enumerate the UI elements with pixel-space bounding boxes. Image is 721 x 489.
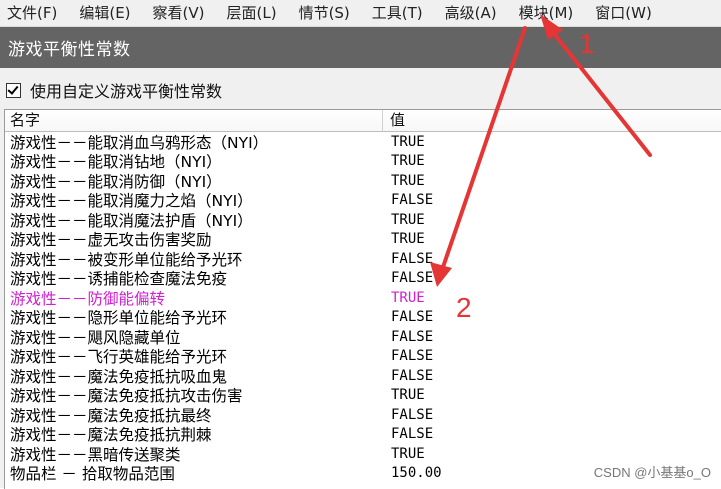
menu-module[interactable]: 模块(M) — [515, 1, 578, 25]
table-header: 名字 值 — [5, 110, 721, 132]
table-row[interactable]: 游戏性－－能取消血乌鸦形态（NYI） TRUE — [5, 132, 721, 152]
table-row[interactable]: 游戏性－－魔法免疫抵抗攻击伤害 TRUE — [5, 386, 721, 405]
column-header-value[interactable]: 值 — [383, 110, 721, 131]
menu-advanced[interactable]: 高级(A) — [441, 1, 501, 25]
table-row[interactable]: 游戏性－－能取消魔力之焰（NYI） FALSE — [5, 191, 721, 210]
row-value-cell: TRUE — [391, 231, 425, 248]
use-custom-constants-option[interactable]: 使用自定义游戏平衡性常数 — [6, 78, 222, 102]
table-row[interactable]: 游戏性－－飓风隐藏单位 FALSE — [5, 327, 721, 347]
use-custom-constants-label[interactable]: 使用自定义游戏平衡性常数 — [30, 78, 222, 102]
table-row[interactable]: 游戏性－－飞行英雄能给予光环 FALSE — [5, 347, 721, 366]
menu-file[interactable]: 文件(F) — [3, 1, 61, 25]
table-row[interactable]: 游戏性－－能取消防御（NYI） TRUE — [5, 171, 721, 191]
table-body: 游戏性－－能取消血乌鸦形态（NYI） TRUE 游戏性－－能取消钻地（NYI） TRU… — [5, 132, 721, 484]
table-row[interactable]: 游戏性－－隐形单位能给予光环 FALSE — [5, 308, 721, 327]
menu-tools[interactable]: 工具(T) — [368, 1, 427, 25]
table-row[interactable]: 游戏性－－防御能偏转 TRUE — [5, 288, 721, 308]
row-value-cell: FALSE — [391, 328, 434, 345]
table-row[interactable]: 游戏性－－魔法免疫抵抗最终 FALSE — [5, 405, 721, 425]
constants-table: 名字 值 游戏性－－能取消血乌鸦形态（NYI） TRUE 游戏性－－能取消钻地（NY… — [4, 109, 721, 489]
row-value-cell: FALSE — [391, 309, 434, 326]
watermark: CSDN @小基基o_O — [593, 465, 711, 480]
dialog-title: 游戏平衡性常数 — [8, 40, 131, 60]
row-value-cell: TRUE — [391, 153, 425, 170]
row-value-cell: FALSE — [391, 270, 434, 287]
row-name-cell: 物品栏 － 拾取物品范围 — [10, 465, 175, 484]
row-value-cell: FALSE — [391, 426, 434, 443]
row-value-cell: TRUE — [391, 445, 425, 462]
row-value-cell: FALSE — [391, 348, 434, 365]
table-row[interactable]: 游戏性－－能取消魔法护盾（NYI） TRUE — [5, 210, 721, 230]
row-value-cell: TRUE — [391, 172, 425, 189]
row-value-cell: FALSE — [391, 192, 434, 209]
table-row[interactable]: 游戏性－－被变形单位能给予光环 FALSE — [5, 249, 721, 269]
menu-view[interactable]: 察看(V) — [149, 1, 209, 25]
row-value-cell: 150.00 — [391, 465, 442, 482]
table-row[interactable]: 游戏性－－魔法免疫抵抗荆棘 FALSE — [5, 425, 721, 444]
row-value-cell: TRUE — [391, 387, 425, 404]
table-row[interactable]: 游戏性－－虚无攻击伤害奖励 TRUE — [5, 230, 721, 249]
dialog-body: 使用自定义游戏平衡性常数 名字 值 游戏性－－能取消血乌鸦形态（NYI） TRUE… — [0, 68, 721, 489]
table-row[interactable]: 游戏性－－能取消钻地（NYI） TRUE — [5, 152, 721, 171]
table-row[interactable]: 游戏性－－诱捕能检查魔法免疫 FALSE — [5, 269, 721, 288]
menu-window[interactable]: 窗口(W) — [591, 1, 656, 25]
row-value-cell: FALSE — [391, 367, 434, 384]
table-row[interactable]: 游戏性－－魔法免疫抵抗吸血鬼 FALSE — [5, 366, 721, 386]
menu-layer[interactable]: 层面(L) — [223, 1, 281, 25]
column-header-name[interactable]: 名字 — [5, 110, 383, 131]
table-row[interactable]: 游戏性－－黑暗传送聚类 TRUE — [5, 444, 721, 464]
row-value-cell: TRUE — [391, 289, 425, 306]
use-custom-constants-checkbox[interactable] — [6, 82, 21, 98]
row-value-cell: FALSE — [391, 250, 434, 267]
checkmark-icon — [7, 82, 19, 95]
menu-bar: 文件(F) 编辑(E) 察看(V) 层面(L) 情节(S) 工具(T) 高级(A… — [0, 0, 721, 27]
dialog-title-bar: 游戏平衡性常数 — [0, 27, 721, 68]
menu-scenario[interactable]: 情节(S) — [295, 1, 354, 25]
row-value-cell: FALSE — [391, 406, 434, 423]
menu-edit[interactable]: 编辑(E) — [75, 1, 134, 25]
row-value-cell: TRUE — [391, 133, 425, 150]
row-value-cell: TRUE — [391, 211, 425, 228]
